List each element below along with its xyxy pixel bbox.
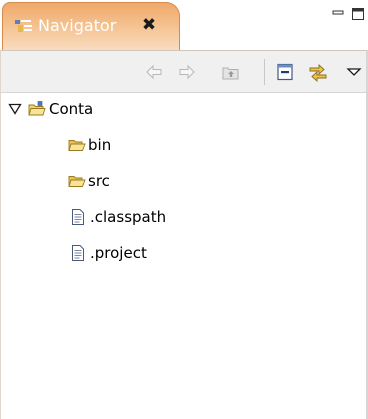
navigator-icon bbox=[15, 20, 32, 32]
toolbar-separator bbox=[264, 59, 265, 85]
project-folder-icon bbox=[28, 101, 46, 116]
file-icon bbox=[72, 209, 84, 225]
close-icon[interactable]: ✖ bbox=[140, 16, 158, 34]
chevron-down-icon[interactable] bbox=[346, 61, 362, 83]
maximize-icon[interactable] bbox=[350, 6, 366, 22]
tree-item-folder[interactable]: bin bbox=[68, 133, 148, 157]
navigator-view: Navigator ✖ Conta bin src .classpath .pr… bbox=[0, 0, 368, 419]
minimize-icon[interactable] bbox=[330, 6, 346, 22]
tree-item-file[interactable]: .classpath bbox=[70, 205, 210, 229]
tab-title: Navigator bbox=[38, 16, 117, 35]
tree-item-folder[interactable]: src bbox=[68, 169, 148, 193]
view-tab-strip: Navigator ✖ bbox=[0, 0, 368, 53]
file-icon bbox=[72, 245, 84, 261]
tree-item-label: .classpath bbox=[90, 208, 167, 226]
tree-item-label: bin bbox=[88, 136, 112, 154]
tree-item-label: .project bbox=[90, 244, 147, 262]
view-border-left bbox=[0, 50, 1, 419]
up-folder-icon[interactable] bbox=[220, 61, 242, 83]
link-editor-icon[interactable] bbox=[307, 61, 329, 83]
tree-item-project[interactable]: Conta bbox=[8, 97, 148, 121]
folder-icon bbox=[68, 176, 86, 187]
tree-item-label: Conta bbox=[49, 100, 94, 118]
view-toolbar bbox=[0, 50, 368, 93]
collapse-all-icon[interactable] bbox=[274, 61, 296, 83]
navigator-tab[interactable]: Navigator ✖ bbox=[2, 2, 180, 50]
back-button[interactable] bbox=[143, 61, 165, 83]
forward-button[interactable] bbox=[176, 61, 198, 83]
tree-item-file[interactable]: .project bbox=[70, 241, 210, 265]
tree-item-label: src bbox=[88, 172, 110, 190]
resource-tree: Conta bin src .classpath .project bbox=[0, 93, 368, 419]
folder-icon bbox=[68, 140, 86, 151]
expand-toggle-icon[interactable] bbox=[8, 103, 22, 115]
